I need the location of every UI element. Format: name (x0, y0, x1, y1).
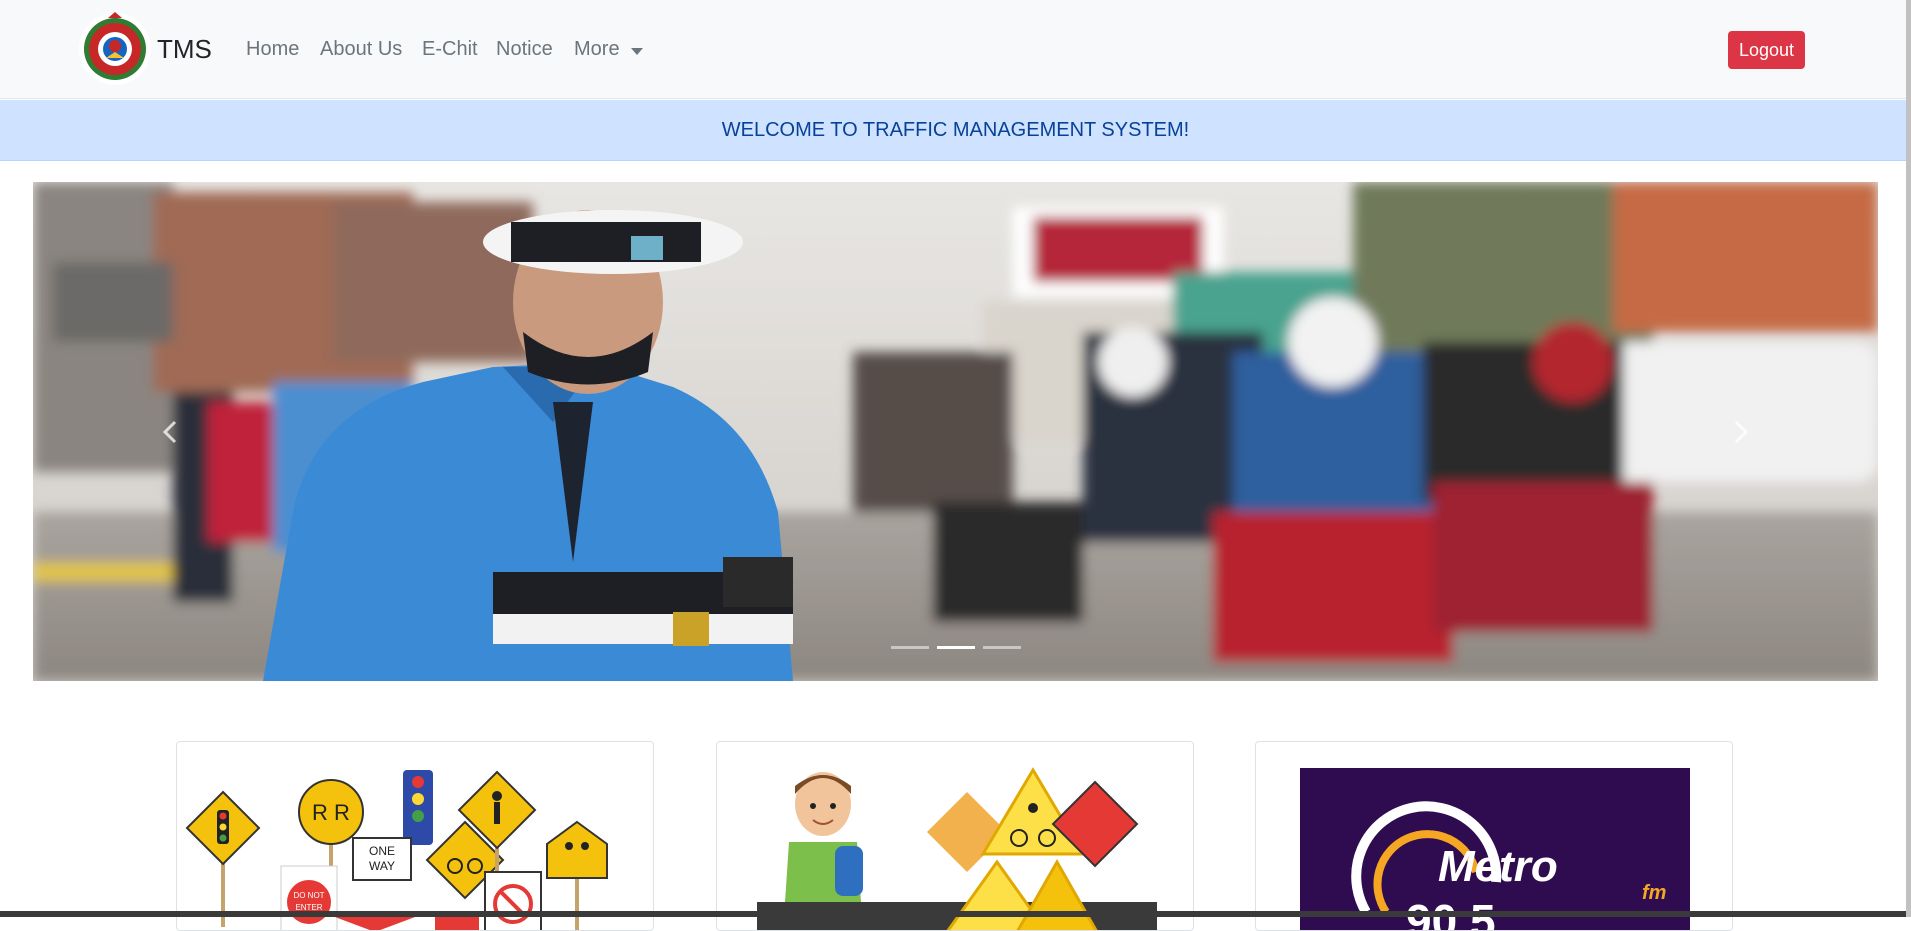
metro-logo-unit: fm (1642, 882, 1667, 904)
svg-text:R R: R R (312, 800, 350, 825)
carousel-indicator-3[interactable] (982, 646, 1021, 649)
hero-carousel (33, 182, 1878, 681)
svg-text:DO NOT: DO NOT (293, 891, 324, 900)
chevron-left-icon (162, 420, 177, 444)
svg-text:ONE: ONE (369, 844, 395, 858)
nav-link-e-chit[interactable]: E-Chit (422, 38, 478, 61)
bottom-edge-bar (0, 911, 1911, 917)
nav-dropdown-more[interactable]: More (574, 38, 620, 61)
caret-down-icon[interactable] (631, 48, 643, 55)
police-emblem-logo[interactable] (78, 12, 152, 86)
carousel-indicators (33, 646, 1878, 649)
card-metro-fm[interactable]: Metro fm 90.5 (1255, 741, 1733, 931)
welcome-message: WELCOME TO TRAFFIC MANAGEMENT SYSTEM! (721, 118, 1190, 141)
vertical-scrollbar[interactable] (1906, 0, 1911, 917)
welcome-alert: WELCOME TO TRAFFIC MANAGEMENT SYSTEM! (0, 100, 1911, 161)
svg-text:WAY: WAY (369, 859, 395, 873)
card-road-safety[interactable] (716, 741, 1194, 931)
nav-link-home[interactable]: Home (246, 38, 299, 61)
nav-link-notice[interactable]: Notice (496, 38, 553, 61)
logout-button[interactable]: Logout (1728, 31, 1805, 69)
brand-name[interactable]: TMS (157, 34, 212, 65)
metro-logo-text: Metro (1438, 842, 1558, 891)
carousel-indicator-1[interactable] (890, 646, 929, 649)
chevron-right-icon (1734, 420, 1749, 444)
road-safety-illustration (757, 767, 1157, 930)
traffic-signs-image: R R ONE WAY DO NOT ENTER (185, 770, 608, 930)
nav-link-about-us[interactable]: About Us (320, 38, 402, 61)
carousel-prev-button[interactable] (151, 412, 191, 452)
card-traffic-signs[interactable]: R R ONE WAY DO NOT ENTER (176, 741, 654, 931)
slide-image-traffic-police (33, 182, 1878, 681)
top-navbar: TMS Home About Us E-Chit Notice More Log… (0, 0, 1911, 99)
carousel-indicator-2[interactable] (936, 646, 975, 649)
carousel-next-button[interactable] (1720, 412, 1760, 452)
